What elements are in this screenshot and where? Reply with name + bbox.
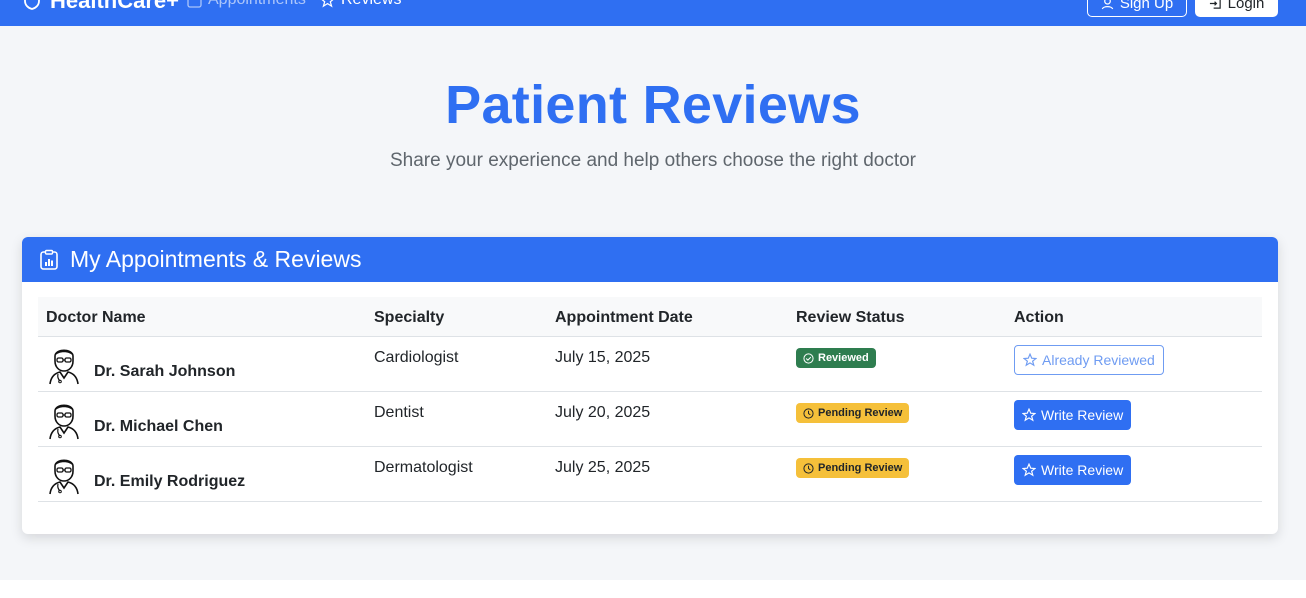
clock-icon <box>803 407 814 419</box>
card-title: My Appointments & Reviews <box>70 246 362 272</box>
sign-up-button[interactable]: Sign Up <box>1087 0 1187 17</box>
doctor-name: Dr. Emily Rodriguez <box>94 473 246 490</box>
specialty-cell: Dermatologist <box>374 459 473 476</box>
action-label: Write Review <box>1041 462 1124 478</box>
doctor-cell: Dr. Sarah Johnson <box>46 345 235 385</box>
nav-reviews-label: Reviews <box>341 0 401 9</box>
date-cell: July 25, 2025 <box>555 459 651 476</box>
action-label: Already Reviewed <box>1042 352 1155 368</box>
doctor-name: Dr. Sarah Johnson <box>94 363 236 380</box>
doctor-avatar-icon <box>46 455 82 495</box>
status-badge: Pending Review <box>796 403 910 423</box>
already-reviewed-button[interactable]: Already Reviewed <box>1014 345 1164 375</box>
write-review-button[interactable]: Write Review <box>1014 400 1132 430</box>
status-label: Reviewed <box>818 352 869 364</box>
star-icon <box>320 0 335 8</box>
nav-appointments-link[interactable]: Appointments <box>187 0 306 9</box>
table-row: Dr. Sarah Johnson Cardiologist July 15, … <box>38 337 1262 392</box>
clipboard-chart-icon <box>38 249 60 271</box>
status-badge: Reviewed <box>796 348 876 368</box>
column-header-doctor: Doctor Name <box>46 309 146 326</box>
column-header-date: Appointment Date <box>555 309 693 326</box>
column-header-action: Action <box>1014 309 1064 326</box>
specialty-cell: Cardiologist <box>374 349 459 366</box>
footer-strip <box>0 580 1306 598</box>
table-row: Dr. Emily Rodriguez Dermatologist July 2… <box>38 447 1262 502</box>
doctor-avatar-icon <box>46 400 82 440</box>
action-label: Write Review <box>1041 407 1124 423</box>
page-title: Patient Reviews <box>445 75 861 135</box>
login-button[interactable]: Login <box>1195 0 1278 17</box>
doctor-avatar-icon <box>46 345 82 385</box>
status-label: Pending Review <box>818 462 903 474</box>
page-subtitle: Share your experience and help others ch… <box>390 150 916 171</box>
column-header-specialty: Specialty <box>374 309 445 326</box>
star-icon <box>1023 353 1037 367</box>
doctor-cell: Dr. Emily Rodriguez <box>46 455 245 495</box>
star-icon <box>1022 463 1036 477</box>
star-icon <box>1022 408 1036 422</box>
date-cell: July 20, 2025 <box>555 404 651 421</box>
clock-icon <box>803 462 814 474</box>
login-label: Login <box>1227 0 1265 12</box>
table-header: Doctor Name Specialty Appointment Date R… <box>38 297 1262 337</box>
user-icon <box>1101 0 1114 10</box>
specialty-cell: Dentist <box>374 404 424 421</box>
calendar-icon <box>187 0 202 8</box>
brand-name: HealthCare+ <box>50 0 180 13</box>
date-cell: July 15, 2025 <box>555 349 651 366</box>
appointments-table: Doctor Name Specialty Appointment Date R… <box>38 297 1262 502</box>
doctor-cell: Dr. Michael Chen <box>46 400 223 440</box>
card-header: My Appointments & Reviews <box>22 237 1278 282</box>
check-circle-icon <box>803 352 814 364</box>
table-row: Dr. Michael Chen Dentist July 20, 2025 P… <box>38 392 1262 447</box>
status-badge: Pending Review <box>796 458 910 478</box>
doctor-name: Dr. Michael Chen <box>94 418 223 435</box>
shield-heart-icon <box>22 0 42 11</box>
appointments-card: My Appointments & Reviews Doctor Name Sp… <box>22 237 1278 534</box>
status-label: Pending Review <box>818 407 903 419</box>
column-header-status: Review Status <box>796 309 905 326</box>
sign-up-label: Sign Up <box>1119 0 1174 12</box>
brand[interactable]: HealthCare+ <box>22 0 179 14</box>
nav-appointments-label: Appointments <box>208 0 306 9</box>
navbar: HealthCare+ Appointments Reviews Sign Up… <box>0 0 1306 26</box>
nav-reviews-link[interactable]: Reviews <box>320 0 401 9</box>
login-icon <box>1209 0 1222 10</box>
write-review-button[interactable]: Write Review <box>1014 455 1132 485</box>
